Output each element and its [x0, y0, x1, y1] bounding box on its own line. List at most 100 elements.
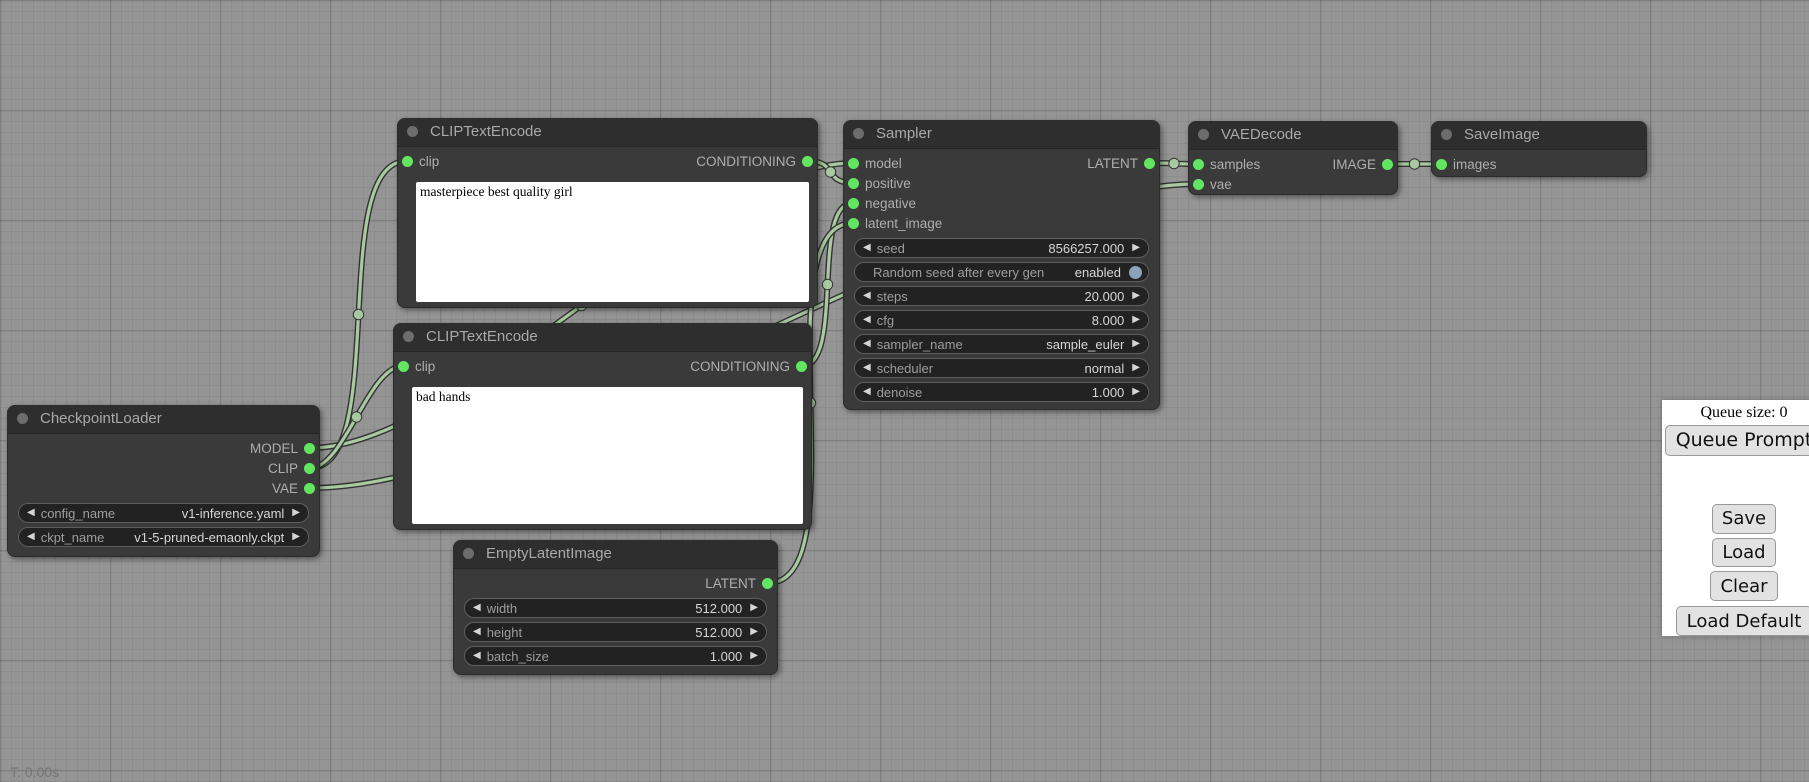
- output-port-icon[interactable]: [304, 483, 315, 494]
- load-default-button[interactable]: Load Default: [1676, 606, 1809, 636]
- input-port-icon[interactable]: [1193, 159, 1204, 170]
- collapse-dot-icon[interactable]: [403, 331, 414, 342]
- input-port-icon[interactable]: [848, 218, 859, 229]
- number-widget-denoise[interactable]: ◀denoise1.000▶: [854, 382, 1149, 402]
- node-titlebar[interactable]: SaveImage: [1431, 121, 1647, 150]
- decrement-arrow-icon[interactable]: ◀: [863, 334, 871, 354]
- increment-arrow-icon[interactable]: ▶: [1132, 310, 1140, 330]
- increment-arrow-icon[interactable]: ▶: [1132, 382, 1140, 402]
- execution-timer: T: 0.00s: [10, 764, 59, 780]
- decrement-arrow-icon[interactable]: ◀: [863, 238, 871, 258]
- number-widget-width[interactable]: ◀width512.000▶: [464, 598, 767, 618]
- output-port-icon[interactable]: [304, 443, 315, 454]
- node-save-image[interactable]: SaveImageimages: [1431, 121, 1647, 177]
- output-port-icon[interactable]: [1144, 158, 1155, 169]
- increment-arrow-icon[interactable]: ▶: [750, 646, 758, 666]
- node-title: CheckpointLoader: [40, 410, 162, 427]
- save-button[interactable]: Save: [1712, 504, 1776, 534]
- combo-widget-sampler_name[interactable]: ◀ sampler_name sample_euler ▶: [854, 334, 1149, 354]
- node-clip-text-encode-positive[interactable]: CLIPTextEncodeclipCONDITIONINGmasterpiec…: [397, 118, 818, 308]
- input-port-icon[interactable]: [848, 178, 859, 189]
- node-clip-text-encode-negative[interactable]: CLIPTextEncodeclipCONDITIONINGbad hands: [393, 323, 812, 530]
- number-widget-steps[interactable]: ◀steps20.000▶: [854, 286, 1149, 306]
- toggle-widget-random-seed-after-every-gen[interactable]: Random seed after every genenabled: [854, 262, 1149, 282]
- collapse-dot-icon[interactable]: [17, 413, 28, 424]
- combo-widget-scheduler[interactable]: ◀schedulernormal▶: [854, 358, 1149, 378]
- node-titlebar[interactable]: CheckpointLoader: [7, 405, 320, 434]
- output-slot-conditioning: CONDITIONING: [608, 152, 818, 172]
- number-widget-cfg[interactable]: ◀cfg8.000▶: [854, 310, 1149, 330]
- input-port-icon[interactable]: [848, 158, 859, 169]
- node-checkpoint-loader[interactable]: CheckpointLoaderMODELCLIPVAE◀config_name…: [7, 405, 320, 557]
- decrement-arrow-icon[interactable]: ◀: [863, 310, 871, 330]
- queue-prompt-button[interactable]: Queue Prompt: [1665, 425, 1809, 456]
- decrement-arrow-icon[interactable]: ◀: [27, 503, 35, 523]
- collapse-dot-icon[interactable]: [853, 128, 864, 139]
- increment-arrow-icon[interactable]: ▶: [292, 503, 300, 523]
- decrement-arrow-icon[interactable]: ◀: [473, 646, 481, 666]
- node-titlebar[interactable]: EmptyLatentImage: [453, 540, 778, 569]
- node-title: EmptyLatentImage: [486, 545, 612, 562]
- collapse-dot-icon[interactable]: [1441, 129, 1452, 140]
- increment-arrow-icon[interactable]: ▶: [1132, 286, 1140, 306]
- output-slot-label: LATENT: [705, 576, 756, 591]
- input-slot-vae: vae: [1189, 175, 1293, 195]
- input-port-icon[interactable]: [402, 156, 413, 167]
- node-title: SaveImage: [1464, 126, 1540, 143]
- node-sampler[interactable]: Samplermodelpositivenegativelatent_image…: [843, 120, 1160, 410]
- input-port-icon[interactable]: [1193, 179, 1204, 190]
- link-midpoint-dot[interactable]: [1169, 158, 1179, 168]
- link-midpoint-dot[interactable]: [822, 279, 832, 289]
- increment-arrow-icon[interactable]: ▶: [1132, 334, 1140, 354]
- input-port-icon[interactable]: [398, 361, 409, 372]
- collapse-dot-icon[interactable]: [463, 548, 474, 559]
- decrement-arrow-icon[interactable]: ◀: [27, 527, 35, 547]
- increment-arrow-icon[interactable]: ▶: [1132, 358, 1140, 378]
- increment-arrow-icon[interactable]: ▶: [292, 527, 300, 547]
- output-port-icon[interactable]: [796, 361, 807, 372]
- output-slot-label: IMAGE: [1332, 157, 1376, 172]
- link-midpoint-dot[interactable]: [351, 412, 361, 422]
- combo-widget-config_name[interactable]: ◀config_namev1-inference.yaml▶: [18, 503, 309, 523]
- number-widget-seed[interactable]: ◀seed8566257.000▶: [854, 238, 1149, 258]
- node-vae-decode[interactable]: VAEDecodesamplesvaeIMAGE: [1188, 121, 1398, 195]
- input-port-icon[interactable]: [848, 198, 859, 209]
- output-port-icon[interactable]: [304, 463, 315, 474]
- node-titlebar[interactable]: CLIPTextEncode: [397, 118, 818, 147]
- node-empty-latent-image[interactable]: EmptyLatentImage LATENT ◀width512.000▶ ◀hei…: [453, 540, 778, 675]
- decrement-arrow-icon[interactable]: ◀: [473, 598, 481, 618]
- node-graph-canvas[interactable]: CLIPTextEncodeclipCONDITIONINGmasterpiec…: [0, 0, 1809, 782]
- decrement-arrow-icon[interactable]: ◀: [863, 382, 871, 402]
- output-port-icon[interactable]: [762, 578, 773, 589]
- collapse-dot-icon[interactable]: [407, 126, 418, 137]
- prompt-textarea[interactable]: masterpiece best quality girl: [416, 182, 809, 302]
- decrement-arrow-icon[interactable]: ◀: [473, 622, 481, 642]
- widget-value: 8.000: [1092, 313, 1125, 328]
- combo-widget-ckpt_name[interactable]: ◀ckpt_namev1-5-pruned-emaonly.ckpt▶: [18, 527, 309, 547]
- decrement-arrow-icon[interactable]: ◀: [863, 286, 871, 306]
- node-titlebar[interactable]: Sampler: [843, 120, 1160, 149]
- collapse-dot-icon[interactable]: [1198, 129, 1209, 140]
- node-titlebar[interactable]: VAEDecode: [1188, 121, 1398, 150]
- widget-value: sample_euler: [1046, 337, 1124, 352]
- toggle-indicator-icon[interactable]: [1129, 266, 1142, 279]
- number-widget-batch_size[interactable]: ◀batch_size1.000▶: [464, 646, 767, 666]
- increment-arrow-icon[interactable]: ▶: [750, 598, 758, 618]
- increment-arrow-icon[interactable]: ▶: [750, 622, 758, 642]
- widget-label: sampler_name: [877, 337, 963, 352]
- input-port-icon[interactable]: [1436, 159, 1447, 170]
- link-midpoint-dot[interactable]: [353, 309, 363, 319]
- decrement-arrow-icon[interactable]: ◀: [863, 358, 871, 378]
- widget-value: 1.000: [710, 649, 743, 664]
- load-button[interactable]: Load: [1712, 538, 1775, 568]
- clear-button[interactable]: Clear: [1710, 571, 1777, 601]
- output-port-icon[interactable]: [802, 156, 813, 167]
- prompt-textarea[interactable]: bad hands: [412, 387, 803, 524]
- node-title: Sampler: [876, 125, 932, 142]
- number-widget-height[interactable]: ◀height512.000▶: [464, 622, 767, 642]
- node-titlebar[interactable]: CLIPTextEncode: [393, 323, 812, 352]
- link-midpoint-dot[interactable]: [1409, 159, 1419, 169]
- increment-arrow-icon[interactable]: ▶: [1132, 238, 1140, 258]
- link-midpoint-dot[interactable]: [825, 167, 835, 177]
- output-port-icon[interactable]: [1382, 159, 1393, 170]
